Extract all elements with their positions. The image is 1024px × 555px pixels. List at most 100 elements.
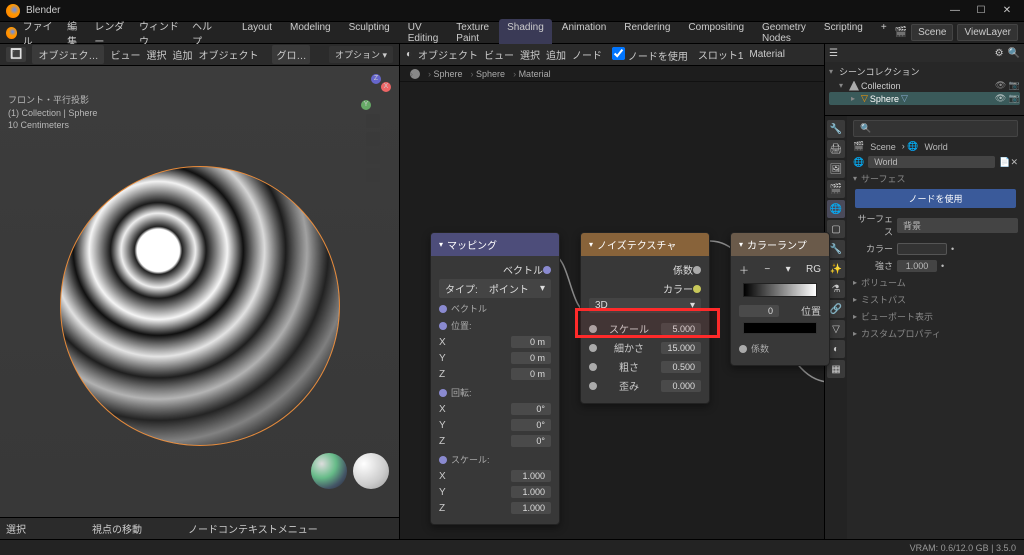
ne-add[interactable]: 追加 (546, 47, 566, 62)
ne-object[interactable]: オブジェクト (418, 47, 478, 62)
axis-y[interactable]: Y (361, 100, 371, 110)
menu-file[interactable]: ファイル (23, 18, 58, 48)
surface-section[interactable]: サーフェス (853, 172, 1018, 185)
coll-visibility[interactable]: 👁 📷 (995, 80, 1020, 91)
socket-color-out[interactable] (693, 285, 701, 293)
collection-row[interactable]: ▾ Collection👁 📷 (829, 79, 1020, 92)
tab-uv[interactable]: UV Editing (400, 19, 447, 47)
loc-y[interactable]: 0 m (511, 352, 551, 364)
use-nodes-button[interactable]: ノードを使用 (855, 189, 1016, 208)
scl-x[interactable]: 1.000 (511, 470, 551, 482)
sphere-visibility[interactable]: 👁 📷 (995, 93, 1020, 104)
prop-tab-scene[interactable]: 🎬 (827, 180, 845, 198)
scene-name[interactable]: Scene (911, 24, 953, 41)
menu-edit[interactable]: 編集 (67, 18, 84, 48)
prop-tab-output[interactable]: 🖨 (827, 140, 845, 158)
axis-gizmo[interactable]: X Y Z (353, 70, 393, 110)
minimize-button[interactable]: — (948, 4, 962, 18)
surface-shader[interactable]: 背景 (897, 218, 1018, 233)
tab-sculpting[interactable]: Sculpting (341, 19, 398, 47)
rot-z[interactable]: 0° (511, 435, 551, 447)
orientation-global[interactable]: グロ… (272, 45, 310, 64)
custom-section[interactable]: カスタムプロパティ (853, 327, 1018, 340)
tab-compositing[interactable]: Compositing (680, 19, 752, 47)
ramp-mode[interactable]: RG (806, 264, 821, 275)
ne-node[interactable]: ノード (572, 47, 602, 62)
outliner-filter-icon[interactable]: ⚙ (995, 48, 1004, 59)
node-mapping[interactable]: マッピング ベクトル タイプ: ポイント ▾ ベクトル 位置: X0 m Y0 … (430, 232, 560, 525)
ne-view[interactable]: ビュー (484, 47, 514, 62)
loc-z[interactable]: 0 m (511, 368, 551, 380)
rot-x[interactable]: 0° (511, 403, 551, 415)
shader-editor[interactable]: ◐ オブジェクト ビュー 選択 追加 ノード ノードを使用 スロット1 Mate… (400, 44, 824, 539)
ne-editor-type[interactable]: ◐ (406, 49, 412, 60)
tab-scripting[interactable]: Scripting (816, 19, 871, 47)
mode-select[interactable]: オブジェク… (32, 45, 104, 64)
material-name[interactable]: Material (749, 49, 785, 60)
prop-tab-view[interactable]: 🖼 (827, 160, 845, 178)
sphere-preview[interactable] (60, 166, 340, 446)
tab-shading[interactable]: Shading (499, 19, 552, 47)
volume-section[interactable]: ボリューム (853, 276, 1018, 289)
scl-y[interactable]: 1.000 (511, 486, 551, 498)
tab-geonodes[interactable]: Geometry Nodes (754, 19, 814, 47)
pan-icon[interactable] (366, 132, 380, 146)
node-colorramp-header[interactable]: カラーランプ (731, 233, 829, 256)
node-noise-header[interactable]: ノイズテクスチャ (581, 233, 709, 256)
use-nodes-check[interactable] (612, 47, 625, 60)
mist-section[interactable]: ミストパス (853, 293, 1018, 306)
ne-select[interactable]: 選択 (520, 47, 540, 62)
zoom-icon[interactable] (366, 114, 380, 128)
viewport-3d[interactable]: 🔳 オブジェク… ビュー 選択 追加 オブジェクト グロ… オプション ▾ フロ… (0, 44, 400, 539)
tab-layout[interactable]: Layout (234, 19, 280, 47)
noise-distort[interactable]: 0.000 (661, 380, 701, 392)
outliner-search-icon[interactable]: 🔍 (1008, 48, 1020, 59)
socket-loc[interactable] (439, 322, 447, 330)
properties-search[interactable]: 🔍 (853, 120, 1018, 137)
bc-sphere2[interactable]: Sphere (471, 69, 506, 79)
editor-type-icon[interactable]: 🔳 (6, 47, 26, 62)
color-ramp-gradient[interactable] (743, 283, 817, 297)
close-button[interactable]: ✕ (1000, 4, 1014, 18)
tab-texpaint[interactable]: Texture Paint (448, 19, 497, 47)
node-noise-texture[interactable]: ノイズテクスチャ 係数 カラー 3D ▾ スケール5.000 細かさ15.000… (580, 232, 710, 404)
maximize-button[interactable]: ☐ (974, 4, 988, 18)
tab-modeling[interactable]: Modeling (282, 19, 339, 47)
vp-object[interactable]: オブジェクト (198, 47, 258, 62)
prop-tab-render[interactable]: 🔧 (827, 120, 845, 138)
socket-vector-in[interactable] (439, 305, 447, 313)
node-color-ramp[interactable]: カラーランプ ＋ − ▾ RG 0 位置 係数 (730, 232, 830, 366)
world-name[interactable]: World (868, 156, 995, 168)
hdri-ball[interactable] (311, 453, 347, 489)
socket-scale[interactable] (439, 456, 447, 464)
bc-material[interactable]: Material (513, 69, 551, 79)
bc-sphere[interactable]: Sphere (428, 69, 463, 79)
world-select-icon[interactable]: 🌐 (853, 157, 864, 168)
menu-help[interactable]: ヘルプ (192, 18, 218, 48)
ne-canvas[interactable]: マッピング ベクトル タイプ: ポイント ▾ ベクトル 位置: X0 m Y0 … (400, 82, 824, 539)
options-dropdown[interactable]: オプション ▾ (329, 46, 393, 63)
viewport-section[interactable]: ビューポート表示 (853, 310, 1018, 323)
menu-render[interactable]: レンダー (94, 18, 129, 48)
noise-detail[interactable]: 15.000 (661, 342, 701, 354)
sock-ramp-fac[interactable] (739, 345, 747, 353)
viewlayer-name[interactable]: ViewLayer (957, 24, 1018, 41)
ramp-add[interactable]: ＋ (739, 262, 749, 277)
noise-rough[interactable]: 0.500 (661, 361, 701, 373)
socket-fac-out[interactable] (693, 266, 701, 274)
mapping-type[interactable]: タイプ: ポイント ▾ (439, 279, 551, 298)
vp-add[interactable]: 追加 (172, 47, 192, 62)
rot-y[interactable]: 0° (511, 419, 551, 431)
scene-collection-row[interactable]: ▾シーンコレクション (829, 64, 1020, 79)
node-mapping-header[interactable]: マッピング (431, 233, 559, 256)
axis-x[interactable]: X (381, 82, 391, 92)
outliner[interactable]: ☰ ⚙🔍 ▾シーンコレクション ▾ Collection👁 📷 ▸▽ Spher… (825, 44, 1024, 116)
sock-detail[interactable] (589, 344, 597, 352)
noise-scale[interactable]: 5.000 (661, 323, 701, 335)
outliner-type-icon[interactable]: ☰ (829, 48, 838, 59)
tab-add[interactable]: + (873, 19, 895, 47)
perspective-icon[interactable] (366, 168, 380, 182)
vp-select[interactable]: 選択 (146, 47, 166, 62)
socket-vector-out[interactable] (543, 266, 551, 274)
loc-x[interactable]: 0 m (511, 336, 551, 348)
